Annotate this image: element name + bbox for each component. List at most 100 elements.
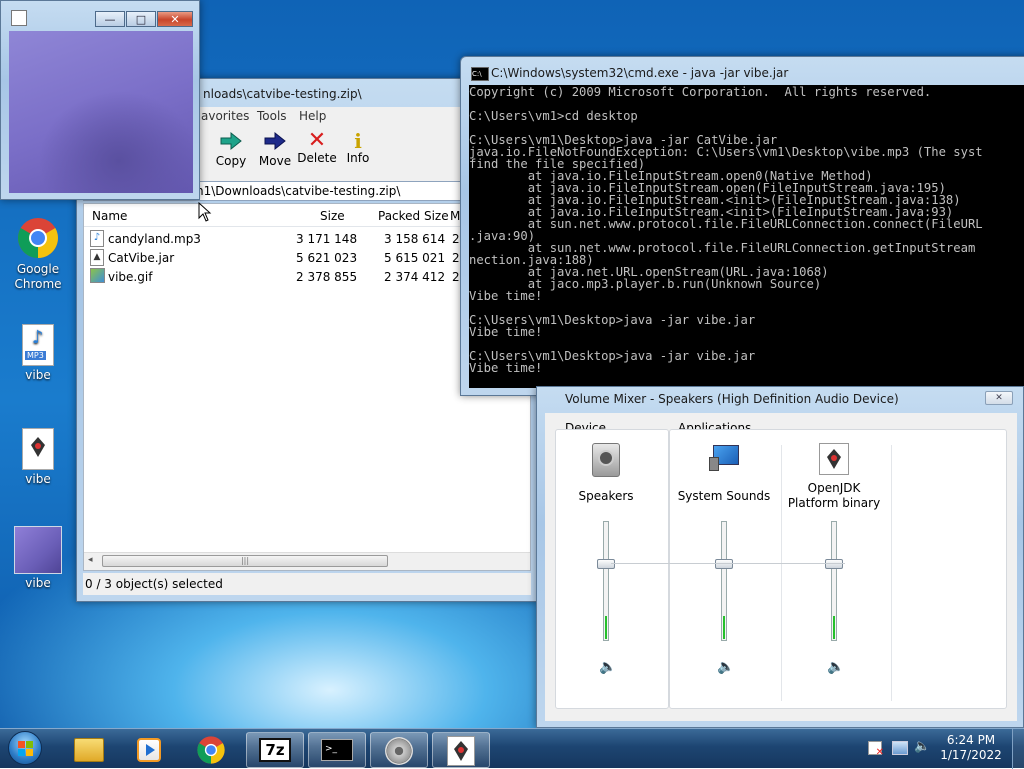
tray-action-center-icon[interactable]: ✕ [868,741,884,758]
taskbar-chrome[interactable] [182,732,240,768]
cmd-console[interactable]: Copyright (c) 2009 Microsoft Corporation… [469,85,1024,388]
tray-clock[interactable]: 6:24 PM 1/17/2022 [934,733,1008,763]
mixer-window[interactable]: Volume Mixer - Speakers (High Definition… [536,386,1024,728]
info-button[interactable]: i Info [341,131,375,175]
desktop-icon-chrome[interactable]: Google Chrome [3,216,73,292]
taskbar-7zip[interactable]: 7z [246,732,304,768]
taskbar-volume-mixer[interactable] [370,732,428,768]
console-line: C:\Users\vm1\Desktop>java -jar vibe.jar [469,313,756,327]
media-player-icon [137,738,161,762]
tray-volume-icon[interactable]: 🔈 [914,739,930,755]
mixer-window-title: Volume Mixer - Speakers (High Definition… [565,392,899,406]
java-jar-icon [22,428,54,470]
close-button[interactable]: ✕ [157,11,193,27]
file-packed: 2 374 412 [384,270,446,284]
taskbar-media-player[interactable] [120,732,178,768]
menu-favorites[interactable]: avorites [201,109,249,123]
delete-button[interactable]: ✕ Delete [297,130,337,175]
column-packed[interactable]: Packed Size [378,209,449,223]
volume-mixer-icon [385,737,413,765]
mixer-close-button[interactable]: ✕ [985,391,1013,405]
console-line: at jaco.mp3.player.b.run(Unknown Source) [469,277,822,291]
gif-image-icon [14,526,62,574]
volume-slider-thumb[interactable] [825,559,843,569]
desktop-icon-vibe-mp3[interactable]: ♪ MP3 vibe [3,324,73,383]
console-line: C:\Users\vm1\Desktop>java -jar vibe.jar [469,349,756,363]
menu-help[interactable]: Help [299,109,326,123]
cmd-icon: C:\ [471,67,489,81]
file-jar-icon: ▲ [90,249,104,266]
java-app-icon [11,10,27,26]
mute-speaker-icon[interactable]: 🔈 [717,659,734,675]
system-sounds-icon [709,445,741,473]
volume-level-bar [605,616,607,639]
volume-level-bar [833,616,835,639]
channel-name: System Sounds [677,489,771,503]
channel-name: OpenJDK Platform binary [787,481,881,510]
address-path: n1\Downloads\catvibe-testing.zip\ [196,184,401,198]
volume-slider-thumb[interactable] [715,559,733,569]
chrome-icon [18,218,58,258]
minimize-button[interactable]: — [95,11,125,27]
copy-arrow-icon [220,131,242,151]
show-desktop-button[interactable] [1012,729,1024,769]
taskbar-explorer[interactable] [60,732,118,768]
mixer-channel-system-sounds: System Sounds 🔈 [669,443,779,703]
file-name: candyland.mp3 [108,232,201,246]
console-line: Copyright (c) 2009 Microsoft Corporation… [469,85,932,99]
status-bar: 0 / 3 object(s) selected [83,573,531,595]
copy-button[interactable]: Copy [211,131,251,175]
volume-slider-track[interactable] [603,521,609,641]
taskbar-java-app[interactable] [432,732,490,768]
taskbar-cmd[interactable]: >_ [308,732,366,768]
zip-window-title: nloads\catvibe-testing.zip\ [203,87,362,101]
file-mp3-icon: ♪ [90,230,104,247]
move-button[interactable]: Move [255,131,295,175]
volume-level-bar [723,616,725,639]
cmd-window-title: C:\Windows\system32\cmd.exe - java -jar … [491,66,789,80]
scroll-left-icon[interactable]: ◂ [88,555,93,565]
scrollbar-thumb[interactable]: ||| [102,555,388,567]
menu-tools[interactable]: Tools [257,109,287,123]
column-size[interactable]: Size [320,209,345,223]
cmd-window[interactable]: C:\ C:\Windows\system32\cmd.exe - java -… [460,56,1024,396]
column-modified[interactable]: M [450,209,460,223]
horizontal-scrollbar[interactable]: ◂ ||| [84,552,530,570]
mp3-file-icon: ♪ MP3 [22,324,54,366]
desktop-icon-vibe-jar[interactable]: vibe [3,428,73,487]
clock-time: 6:24 PM [946,733,996,747]
tray-network-icon[interactable] [892,741,908,755]
mixer-channel-speakers: Speakers 🔈 [551,443,661,703]
desktop-icon-label: Google [16,262,60,276]
mixer-panel: Device Applications Speakers 🔈 System So… [545,413,1017,721]
explorer-folder-icon [74,738,104,762]
mp3-badge: MP3 [25,351,46,360]
start-button[interactable] [6,731,46,767]
cmd-window-titlebar[interactable]: C:\ C:\Windows\system32\cmd.exe - java -… [461,57,1024,87]
cmd-icon: >_ [321,739,353,761]
console-line: Vibe time! [469,325,543,339]
desktop-icon-label: vibe [25,576,51,590]
file-size: 3 171 148 [296,232,358,246]
volume-slider-thumb[interactable] [597,559,615,569]
volume-slider-track[interactable] [831,521,837,641]
desktop-icon-label: vibe [25,472,51,486]
delete-label: Delete [297,151,337,165]
mouse-cursor-icon [198,202,212,222]
chrome-icon [197,736,225,764]
gif-window[interactable]: — □ ✕ [0,0,200,200]
status-text: 0 / 3 object(s) selected [85,577,223,591]
desktop-icon-vibe-gif[interactable]: vibe [3,526,73,591]
maximize-button[interactable]: □ [126,11,156,27]
console-line: C:\Users\vm1>cd desktop [469,109,638,123]
clock-date: 1/17/2022 [940,748,1002,762]
volume-slider-track[interactable] [721,521,727,641]
mute-speaker-icon[interactable]: 🔈 [599,659,616,675]
info-label: Info [346,151,370,165]
file-packed: 3 158 614 [384,232,446,246]
column-name[interactable]: Name [92,209,127,223]
desktop-icon-label: Chrome [14,277,62,291]
file-name: vibe.gif [108,270,153,284]
slider-connector-line [611,563,845,564]
mute-speaker-icon[interactable]: 🔈 [827,659,844,675]
